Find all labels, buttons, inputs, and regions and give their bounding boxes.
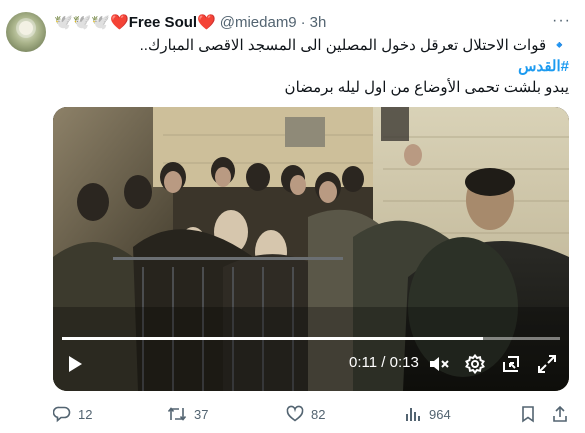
share-icon bbox=[553, 405, 567, 422]
reply-button[interactable]: 12 bbox=[53, 403, 92, 425]
views-icon bbox=[406, 408, 420, 421]
video-duration: 0:13 bbox=[389, 354, 419, 371]
repost-count: 37 bbox=[194, 406, 209, 422]
video-time: 0:11 / 0:13 bbox=[349, 354, 419, 371]
repost-icon bbox=[167, 407, 187, 421]
video-elapsed: 0:11 bbox=[349, 354, 378, 371]
tweet-text-line-1: 🔹 قوات الاحتلال تعرقل دخول المصلين الى ا… bbox=[139, 37, 569, 54]
tweet-timestamp[interactable]: 3h bbox=[310, 14, 327, 31]
repost-button[interactable]: 37 bbox=[167, 403, 208, 425]
views-count: 964 bbox=[429, 406, 451, 422]
share-button[interactable] bbox=[552, 403, 575, 425]
video-player[interactable]: 0:11 / 0:13 bbox=[53, 107, 569, 391]
settings-icon[interactable] bbox=[463, 352, 487, 376]
mute-icon[interactable] bbox=[427, 352, 451, 376]
header-separator: · bbox=[300, 13, 306, 31]
reply-count: 12 bbox=[78, 406, 93, 422]
bookmark-icon bbox=[522, 406, 534, 423]
tweet-text-line-3: يبدو بلشت تحمى الأوضاع من اول ليله برمضا… bbox=[284, 79, 569, 96]
tweet-actions: 12 37 82 964 bbox=[53, 403, 569, 425]
views-button[interactable]: 964 bbox=[404, 403, 451, 425]
author-avatar[interactable] bbox=[6, 12, 46, 52]
like-button[interactable]: 82 bbox=[286, 403, 325, 425]
bookmark-button[interactable] bbox=[520, 403, 543, 425]
hashtag-link[interactable]: #القدس bbox=[518, 57, 569, 75]
reply-icon bbox=[53, 406, 71, 423]
tweet-header: 🕊️🕊️🕊️❤️Free Soul❤️ @miedam9 · 3h bbox=[54, 12, 326, 32]
video-frame bbox=[53, 107, 569, 391]
author-handle[interactable]: @miedam9 bbox=[220, 14, 297, 31]
more-options-icon[interactable]: ··· bbox=[552, 12, 571, 30]
video-progress-bar[interactable] bbox=[62, 337, 560, 340]
fullscreen-icon[interactable] bbox=[535, 352, 559, 376]
play-icon[interactable] bbox=[65, 352, 85, 376]
like-count: 82 bbox=[311, 406, 326, 422]
minimize-icon[interactable] bbox=[499, 352, 523, 376]
heart-icon bbox=[286, 405, 304, 422]
video-time-separator: / bbox=[377, 354, 390, 371]
video-progress-fill bbox=[62, 337, 484, 340]
author-name[interactable]: 🕊️🕊️🕊️❤️Free Soul❤️ bbox=[54, 13, 216, 31]
